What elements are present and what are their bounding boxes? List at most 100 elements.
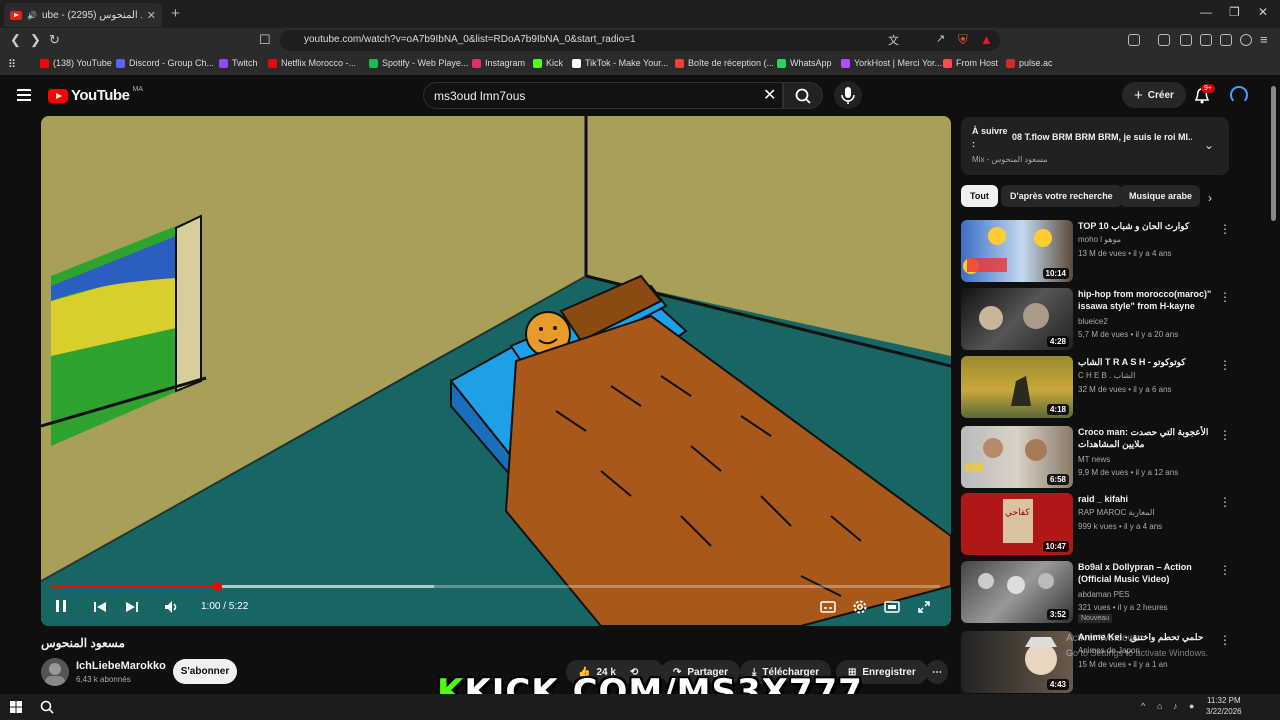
video-thumbnail[interactable]: كفاحي 10:47 — [961, 493, 1073, 555]
voice-search-button[interactable] — [834, 81, 862, 109]
rec-channel[interactable]: MT news — [1078, 455, 1110, 464]
rec-title[interactable]: raid _ kifahi — [1078, 493, 1216, 505]
bookmark-twitch[interactable]: Twitch — [219, 58, 258, 68]
list-item[interactable]: 4:18 الشاب T R A S H - كوتوكوتو C H E B … — [961, 356, 1231, 418]
video-thumbnail[interactable]: 4:18 — [961, 356, 1073, 418]
bookmark-netflix[interactable]: Netflix Morocco -... — [268, 58, 356, 68]
forward-icon[interactable]: ❯ — [30, 32, 41, 48]
share-icon[interactable]: ↗ — [936, 32, 945, 45]
more-options-icon[interactable]: ⋮ — [1219, 428, 1231, 442]
more-options-icon[interactable]: ⋮ — [1219, 633, 1231, 647]
bookmark-kick[interactable]: Kick — [533, 58, 563, 68]
tray-chevron-icon[interactable]: ^ — [1141, 701, 1145, 711]
settings-gear-icon[interactable] — [852, 599, 868, 618]
bookmark-whatsapp[interactable]: WhatsApp — [777, 58, 832, 68]
more-options-icon[interactable]: ⋮ — [1219, 563, 1231, 577]
back-icon[interactable]: ❮ — [10, 32, 21, 48]
rec-title[interactable]: Croco man: الأعجوبة التي حصدت ملايين الم… — [1078, 426, 1216, 450]
list-item[interactable]: 10:14 TOP 10 كوارث الحان و شباب moho l م… — [961, 220, 1231, 282]
bookmark-fromhost[interactable]: From Host — [943, 58, 998, 68]
previous-icon[interactable] — [92, 599, 108, 618]
bookmark-tiktok[interactable]: TikTok - Make Your... — [572, 58, 668, 68]
rec-channel[interactable]: blueice2 — [1078, 317, 1108, 326]
video-thumbnail[interactable]: 6M 6:58 — [961, 426, 1073, 488]
list-item[interactable]: 6M 6:58 Croco man: الأعجوبة التي حصدت مل… — [961, 426, 1231, 488]
bookmark-spotify[interactable]: Spotify - Web Playe... — [369, 58, 468, 68]
theater-mode-icon[interactable] — [884, 599, 900, 618]
audio-icon[interactable]: 🔊 — [27, 11, 37, 20]
chevron-down-icon[interactable]: ⌄ — [1204, 138, 1214, 152]
music-icon[interactable] — [1158, 34, 1170, 46]
video-thumbnail[interactable]: 3:52 — [961, 561, 1073, 623]
rec-channel[interactable]: C H E B . الشاب — [1078, 371, 1135, 380]
list-item[interactable]: 4:28 hip-hop from morocco(maroc)" issawa… — [961, 288, 1231, 350]
bookmark-pulse[interactable]: pulse.ac — [1006, 58, 1053, 68]
search-button[interactable] — [783, 82, 823, 109]
list-item[interactable]: كفاحي 10:47 raid _ kifahi RAP MAROC المغ… — [961, 493, 1231, 555]
rec-title[interactable]: hip-hop from morocco(maroc)" issawa styl… — [1078, 288, 1216, 312]
panel-icon[interactable] — [1180, 34, 1192, 46]
rec-title[interactable]: Bo9al x Dollypran – Action (Official Mus… — [1078, 561, 1216, 585]
chip-tout[interactable]: Tout — [961, 185, 998, 207]
video-thumbnail[interactable]: 10:14 — [961, 220, 1073, 282]
new-tab-icon[interactable]: + — [171, 5, 180, 22]
volume-icon[interactable] — [163, 599, 179, 618]
leo-icon[interactable] — [1220, 34, 1232, 46]
windows-start-icon[interactable] — [10, 701, 22, 713]
menu-icon[interactable]: ≡ — [1260, 32, 1268, 47]
search-icon[interactable] — [40, 700, 54, 714]
next-icon[interactable] — [124, 599, 140, 618]
sidebar-icon[interactable] — [1128, 34, 1140, 46]
fullscreen-icon[interactable] — [916, 599, 932, 618]
apps-icon[interactable]: ⠿ — [8, 58, 16, 71]
bookmark-icon[interactable]: ☐ — [259, 32, 271, 48]
chevron-right-icon[interactable]: › — [1208, 191, 1212, 205]
rec-channel[interactable]: RAP MAROC المغاربة — [1078, 508, 1155, 517]
page-scrollbar[interactable] — [1271, 86, 1276, 221]
close-tab-icon[interactable]: ✕ — [147, 9, 156, 22]
up-next-title[interactable]: 08 T.flow BRM BRM BRM, je suis le roi MI… — [1012, 132, 1192, 142]
rec-title[interactable]: الشاب T R A S H - كوتوكوتو — [1078, 356, 1216, 368]
rec-channel[interactable]: moho l موهو — [1078, 235, 1121, 244]
more-options-icon[interactable]: ⋮ — [1219, 222, 1231, 236]
subscribe-button[interactable]: S'abonner — [173, 659, 237, 684]
close-window-icon[interactable]: ✕ — [1258, 5, 1268, 19]
brave-shield-icon[interactable]: ⛨ — [958, 32, 968, 48]
clear-search-icon[interactable]: ✕ — [763, 85, 776, 105]
bookmark-gmail[interactable]: Boîte de réception (... — [675, 58, 774, 68]
chip-musique-arabe[interactable]: Musique arabe — [1120, 185, 1200, 207]
video-thumbnail[interactable]: 4:28 — [961, 288, 1073, 350]
wallet-icon[interactable] — [1200, 34, 1212, 46]
restore-icon[interactable]: ❐ — [1229, 5, 1240, 19]
translate-icon[interactable]: 文 — [888, 32, 899, 48]
more-options-icon[interactable]: ⋮ — [1219, 495, 1231, 509]
clock[interactable]: 11:32 PM 3/22/2026 — [1206, 695, 1242, 717]
video-player[interactable] — [41, 116, 951, 626]
channel-name[interactable]: IchLiebeMarokko — [76, 660, 166, 672]
create-button[interactable]: + Créer — [1122, 82, 1186, 108]
minimize-icon[interactable]: — — [1200, 5, 1212, 19]
list-item[interactable]: 3:52 Bo9al x Dollypran – Action (Officia… — [961, 561, 1231, 623]
subtitles-icon[interactable] — [820, 599, 836, 618]
reload-icon[interactable]: ↻ — [49, 32, 60, 48]
bookmark-instagram[interactable]: Instagram — [472, 58, 525, 68]
chip-search-related[interactable]: D'après votre recherche — [1001, 185, 1122, 207]
video-thumbnail[interactable]: 4:43 — [961, 631, 1073, 693]
network-icon[interactable]: ⌂ — [1157, 701, 1162, 711]
hamburger-menu-icon[interactable] — [17, 89, 31, 101]
more-options-icon[interactable]: ⋮ — [1219, 290, 1231, 304]
youtube-logo[interactable]: YouTube MA — [48, 86, 143, 104]
mic-tray-icon[interactable]: ● — [1189, 701, 1194, 711]
brave-rewards-icon[interactable]: ▲ — [980, 32, 993, 47]
account-avatar[interactable] — [1230, 86, 1248, 104]
channel-avatar[interactable] — [41, 658, 69, 686]
rec-title[interactable]: TOP 10 كوارث الحان و شباب — [1078, 220, 1216, 232]
progress-scrubber[interactable] — [213, 582, 222, 591]
more-actions-button[interactable]: ⋯ — [926, 660, 948, 684]
pause-icon[interactable] — [54, 598, 68, 617]
browser-tab[interactable]: 🔊 ube - مسعود المنحوس (2295) ✕ — [4, 3, 162, 27]
rec-channel[interactable]: abdaman PES — [1078, 590, 1130, 599]
bookmark-yorkhost[interactable]: YorkHost | Merci Yor... — [841, 58, 942, 68]
speaker-icon[interactable]: ♪ — [1173, 701, 1178, 711]
vpn-icon[interactable] — [1240, 34, 1252, 46]
